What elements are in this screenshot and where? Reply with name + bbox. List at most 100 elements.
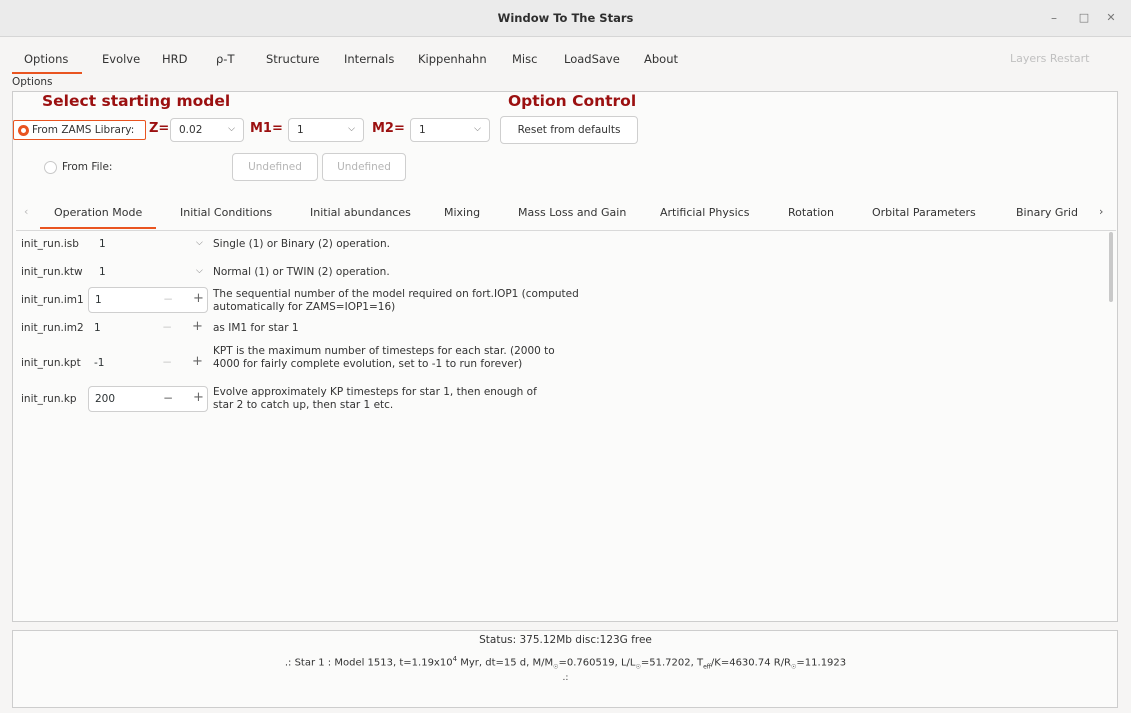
tab-orbital-parameters[interactable]: Orbital Parameters [872, 206, 976, 219]
im2-value: 1 [94, 322, 101, 334]
chevron-down-icon: ⌵ [348, 124, 355, 134]
tab-artificial-physics[interactable]: Artificial Physics [660, 206, 749, 219]
chevron-down-icon: ⌵ [196, 238, 203, 248]
tab-misc[interactable]: Misc [512, 52, 537, 66]
param-desc-isb: Single (1) or Binary (2) operation. [213, 238, 390, 250]
tab-evolve[interactable]: Evolve [102, 52, 140, 66]
param-desc-kp: Evolve approximately KP timesteps for st… [213, 386, 537, 412]
param-label-ktw: init_run.ktw [21, 266, 83, 278]
desc-line: automatically for ZAMS=IOP1=16) [213, 301, 396, 313]
eff-subscript: eff [703, 663, 711, 671]
param-desc-im2: as IM1 for star 1 [213, 322, 299, 334]
desc-line: The sequential number of the model requi… [213, 288, 579, 300]
desc-line: 4000 for fairly complete evolution, set … [213, 358, 523, 370]
file-undefined-button-2[interactable]: Undefined [322, 153, 406, 181]
decrement-icon[interactable]: − [162, 355, 172, 369]
increment-icon[interactable]: + [192, 354, 203, 369]
ktw-dropdown[interactable]: 1 ⌵ [92, 260, 212, 284]
chevron-down-icon: ⌵ [228, 124, 235, 134]
param-label-kpt: init_run.kpt [21, 357, 81, 369]
tab-rotation[interactable]: Rotation [788, 206, 834, 219]
kp-spinbox[interactable]: 200 − + [88, 386, 208, 412]
reset-from-defaults-button[interactable]: Reset from defaults [500, 116, 638, 144]
ktw-value: 1 [99, 266, 106, 278]
z-dropdown[interactable]: 0.02 ⌵ [170, 118, 244, 142]
tab-operation-mode[interactable]: Operation Mode [54, 206, 142, 219]
tab-loadsave[interactable]: LoadSave [564, 52, 620, 66]
increment-icon[interactable]: + [192, 319, 203, 334]
decrement-icon[interactable]: − [163, 391, 173, 405]
file-undefined-button-1[interactable]: Undefined [232, 153, 318, 181]
zams-library-radio[interactable]: From ZAMS Library: [13, 120, 146, 140]
star-model-prefix: .: Star 1 : Model 1513, [284, 657, 400, 669]
star-age: t=1.19x10 [399, 657, 453, 669]
select-starting-model-heading: Select starting model [42, 92, 231, 110]
desc-line: Evolve approximately KP timesteps for st… [213, 386, 537, 398]
m1-dropdown[interactable]: 1 ⌵ [288, 118, 364, 142]
param-label-kp: init_run.kp [21, 393, 77, 405]
title-bar: Window To The Stars – □ ✕ [0, 0, 1131, 37]
tab-internals[interactable]: Internals [344, 52, 394, 66]
radio-selected-icon [18, 125, 29, 136]
layers-restart-button[interactable]: Layers Restart [1010, 52, 1089, 65]
tab-options[interactable]: Options [24, 52, 68, 66]
tab-binary-grid[interactable]: Binary Grid [1016, 206, 1078, 219]
increment-icon[interactable]: + [193, 390, 204, 405]
zams-library-label: From ZAMS Library: [32, 124, 135, 136]
m1-value: 1 [297, 124, 304, 136]
tab-structure[interactable]: Structure [266, 52, 320, 66]
chevron-down-icon: ⌵ [474, 124, 481, 134]
im1-value: 1 [95, 294, 102, 306]
kp-value: 200 [95, 393, 116, 405]
status-line3: .: [562, 673, 569, 683]
tab-initial-conditions[interactable]: Initial Conditions [180, 206, 272, 219]
decrement-icon[interactable]: − [163, 292, 173, 306]
m2-value: 1 [419, 124, 426, 136]
desc-line: star 2 to catch up, then star 1 etc. [213, 399, 394, 411]
param-desc-kpt: KPT is the maximum number of timesteps f… [213, 345, 555, 371]
m2-label: M2= [372, 121, 405, 136]
kpt-spinbox[interactable]: -1 − + [88, 350, 208, 374]
tab-initial-abundances[interactable]: Initial abundances [310, 206, 411, 219]
m1-label: M1= [250, 121, 283, 136]
tab-rho-t[interactable]: ρ-T [216, 52, 234, 66]
decrement-icon[interactable]: − [162, 320, 172, 334]
im1-spinbox[interactable]: 1 − + [88, 287, 208, 313]
increment-icon[interactable]: + [193, 291, 204, 306]
close-icon[interactable]: ✕ [1103, 10, 1119, 26]
from-file-radio[interactable] [44, 161, 57, 174]
scroll-left-icon[interactable]: ‹ [24, 205, 28, 218]
param-label-isb: init_run.isb [21, 238, 79, 250]
minimize-icon[interactable]: – [1046, 10, 1062, 26]
scroll-right-icon[interactable]: › [1099, 205, 1103, 218]
z-value: 0.02 [179, 124, 203, 136]
tab-about[interactable]: About [644, 52, 678, 66]
status-star-text: .: Star 1 : Model 1513, t=1.19x104 Myr, … [0, 655, 1131, 670]
active-tab-indicator [12, 72, 82, 74]
param-label-im2: init_run.im2 [21, 322, 84, 334]
m2-dropdown[interactable]: 1 ⌵ [410, 118, 490, 142]
tab-mass-loss-and-gain[interactable]: Mass Loss and Gain [518, 206, 626, 219]
star-teff: =51.7202, T [640, 657, 704, 669]
isb-value: 1 [99, 238, 106, 250]
star-radius-value: =11.1923 [796, 657, 847, 669]
tab-hrd[interactable]: HRD [162, 52, 188, 66]
from-file-label: From File: [62, 161, 113, 173]
star-timestep-mass: Myr, dt=15 d, M/M [457, 657, 554, 669]
kpt-value: -1 [94, 357, 105, 369]
isb-dropdown[interactable]: 1 ⌵ [92, 232, 212, 256]
maximize-icon[interactable]: □ [1076, 10, 1092, 26]
tab-mixing[interactable]: Mixing [444, 206, 480, 219]
chevron-down-icon: ⌵ [196, 266, 203, 276]
vertical-scrollbar[interactable] [1109, 232, 1113, 302]
im2-spinbox[interactable]: 1 − + [88, 316, 208, 340]
star-luminosity: =0.760519, L/L [558, 657, 636, 669]
param-desc-ktw: Normal (1) or TWIN (2) operation. [213, 266, 390, 278]
star-radius: /K=4630.74 R/R [710, 657, 792, 669]
tab-kippenhahn[interactable]: Kippenhahn [418, 52, 487, 66]
option-control-heading: Option Control [508, 92, 637, 110]
options-frame-label: Options [12, 76, 53, 88]
param-label-im1: init_run.im1 [21, 294, 84, 306]
window-title: Window To The Stars [497, 11, 634, 25]
active-inner-tab-indicator [40, 227, 156, 229]
